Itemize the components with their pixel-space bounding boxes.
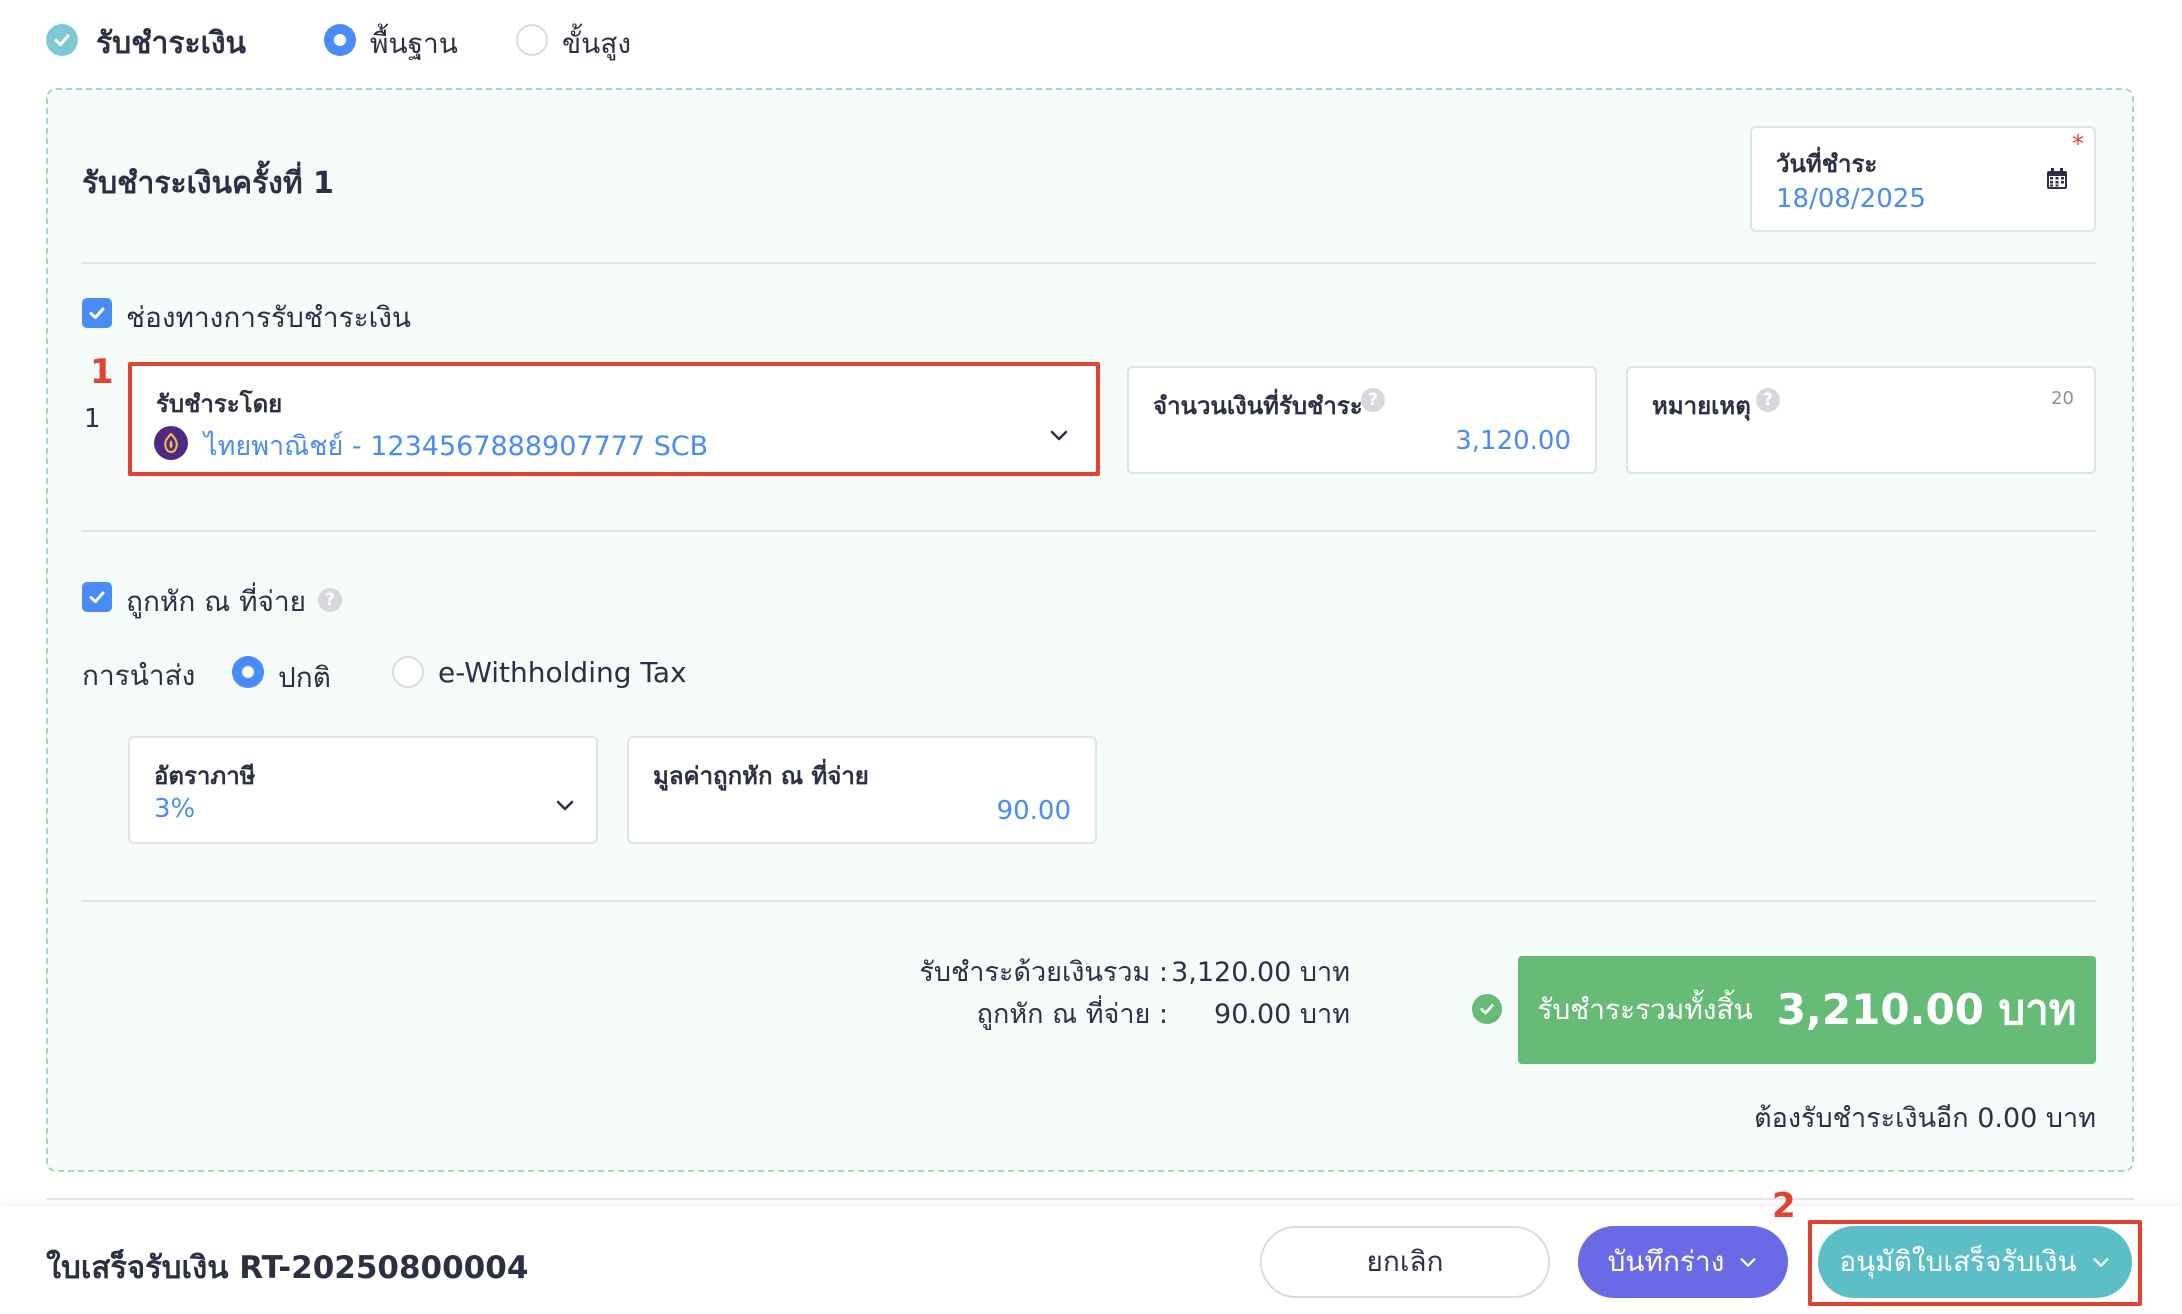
remaining-amount: ต้องรับชำระเงินอีก 0.00 บาท (1754, 1103, 2096, 1134)
wht-value: 90.00 (996, 796, 1071, 826)
mode-advanced-label[interactable]: ขั้นสูง (562, 22, 631, 66)
required-mark: * (2072, 130, 2084, 158)
wht-value-field[interactable]: มูลค่าถูกหัก ณ ที่จ่าย 90.00 (627, 736, 1097, 844)
save-draft-button[interactable]: บันทึกร่าง (1578, 1226, 1788, 1298)
payment-channel-label: ช่องทางการรับชำระเงิน (126, 301, 412, 334)
submission-label: การนำส่ง (82, 659, 196, 692)
payment-date-value: 18/08/2025 (1776, 184, 1926, 214)
verified-check-icon (1472, 994, 1502, 1024)
calendar-icon[interactable] (2046, 168, 2068, 194)
note-field[interactable]: หมายเหตุ ? 20 (1626, 366, 2096, 474)
help-icon[interactable]: ? (1361, 388, 1385, 412)
wht-summary-label: ถูกหัก ณ ที่จ่าย : (976, 999, 1168, 1030)
paid-cash-label: รับชำระด้วยเงินรวม : (919, 957, 1168, 988)
tax-rate-label: อัตราภาษี (154, 762, 256, 790)
submission-normal-radio[interactable] (232, 656, 264, 688)
mode-basic-label[interactable]: พื้นฐาน (370, 22, 458, 66)
highlight-box-1 (128, 362, 1100, 476)
annotation-1: 1 (90, 352, 114, 392)
note-label: หมายเหตุ (1652, 392, 1751, 420)
document-title: ใบเสร็จรับเงิน RT-20250800004 (46, 1250, 529, 1286)
amount-field[interactable]: จำนวนเงินที่รับชำระ ? 3,120.00 (1127, 366, 1597, 474)
annotation-2: 2 (1772, 1186, 1796, 1226)
divider (82, 900, 2096, 902)
divider (46, 1198, 2134, 1200)
submission-ewht-radio[interactable] (392, 656, 424, 688)
divider (82, 262, 2096, 264)
mode-basic-radio[interactable] (324, 24, 356, 56)
chevron-down-icon (1738, 1246, 1758, 1279)
payment-date-label: วันที่ชำระ (1776, 150, 1878, 178)
help-icon[interactable]: ? (318, 588, 342, 612)
payment-date-field[interactable]: วันที่ชำระ 18/08/2025 * (1750, 126, 2096, 232)
tax-rate-value: 3% (154, 794, 196, 824)
payment-enabled-check-icon[interactable] (46, 24, 78, 56)
highlight-box-2 (1808, 1220, 2142, 1306)
chevron-down-icon[interactable] (554, 794, 576, 820)
paid-cash-value: 3,120.00 บาท (1171, 957, 1350, 988)
total-label: รับชำระรวมทั้งสิ้น (1537, 993, 1753, 1026)
payment-channel-checkbox[interactable] (82, 298, 112, 328)
divider (82, 530, 2096, 532)
withholding-checkbox[interactable] (82, 582, 112, 612)
submission-normal-label[interactable]: ปกติ (278, 656, 331, 700)
wht-value-label: มูลค่าถูกหัก ณ ที่จ่าย (653, 762, 869, 790)
payment-row-number: 1 (84, 404, 101, 434)
submission-ewht-label[interactable]: e-Withholding Tax (438, 656, 687, 689)
amount-value: 3,120.00 (1455, 426, 1571, 456)
total-value: 3,210.00 บาท (1776, 985, 2077, 1034)
wht-summary-value: 90.00 บาท (1214, 999, 1350, 1030)
note-char-counter: 20 (2051, 388, 2074, 409)
mode-advanced-radio[interactable] (516, 24, 548, 56)
cancel-button-label: ยกเลิก (1366, 1245, 1444, 1278)
payment-heading: รับชำระเงินครั้งที่ 1 (82, 166, 334, 201)
cancel-button[interactable]: ยกเลิก (1260, 1226, 1550, 1298)
payment-section-title: รับชำระเงิน (96, 26, 246, 61)
total-banner: รับชำระรวมทั้งสิ้น 3,210.00 บาท (1518, 956, 2096, 1064)
tax-rate-select[interactable]: อัตราภาษี 3% (128, 736, 598, 844)
help-icon[interactable]: ? (1756, 388, 1780, 412)
withholding-label: ถูกหัก ณ ที่จ่าย (126, 585, 307, 618)
save-draft-label: บันทึกร่าง (1607, 1245, 1725, 1278)
amount-label: จำนวนเงินที่รับชำระ (1153, 392, 1363, 420)
